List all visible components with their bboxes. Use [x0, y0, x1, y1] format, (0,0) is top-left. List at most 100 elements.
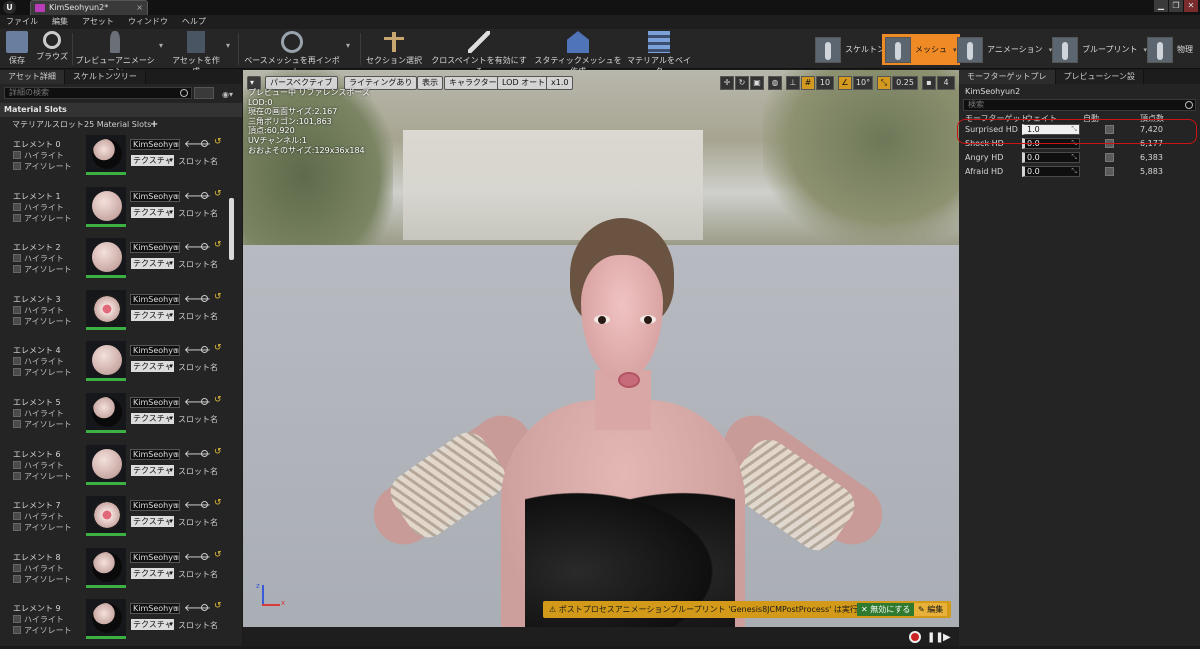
material-combo[interactable]: KimSeohyun2: [130, 551, 180, 563]
material-thumbnail[interactable]: [86, 496, 126, 537]
mode-blueprint-button[interactable]: ブループリント ▾: [1052, 34, 1147, 65]
isolate-checkbox[interactable]: アイソレート: [13, 316, 83, 327]
show-button[interactable]: 表示: [417, 76, 443, 90]
reset-to-default-icon[interactable]: ↺: [214, 447, 222, 457]
close-tab-icon[interactable]: ×: [136, 1, 143, 15]
texture-dropdown[interactable]: テクスチャ: [131, 155, 174, 166]
material-combo[interactable]: KimSeohyun2: [130, 448, 180, 460]
record-button[interactable]: [909, 631, 921, 643]
edit-postprocess-button[interactable]: ✎ 編集: [914, 603, 948, 616]
texture-dropdown[interactable]: テクスチャ: [131, 567, 174, 579]
category-material-slots[interactable]: Material Slots: [0, 103, 242, 117]
texture-dropdown[interactable]: テクスチャ: [131, 258, 174, 270]
property-matrix-button[interactable]: [194, 87, 214, 99]
material-combo[interactable]: KimSeohyun2: [130, 396, 180, 408]
rotation-snap-value[interactable]: 10°: [853, 76, 873, 90]
reset-to-default-icon[interactable]: ↺: [214, 189, 222, 199]
scale-snap-icon[interactable]: ⤡: [877, 76, 891, 90]
texture-dropdown[interactable]: テクスチャ: [131, 619, 174, 631]
morph-target-row[interactable]: Afraid HD 0.0 5,883: [959, 165, 1200, 179]
morph-weight-input[interactable]: 0.0: [1022, 152, 1080, 163]
pause-button[interactable]: ❚❚: [927, 632, 944, 643]
highlight-checkbox[interactable]: ハイライト: [13, 614, 83, 625]
add-slot-button[interactable]: +: [150, 117, 158, 133]
mode-mesh-button[interactable]: メッシュ ▾: [882, 34, 960, 65]
menu-file[interactable]: ファイル: [6, 15, 38, 29]
details-scrollbar[interactable]: [229, 198, 234, 260]
material-combo[interactable]: KimSeohyun2: [130, 242, 180, 254]
morph-weight-input[interactable]: 0.0: [1022, 166, 1080, 177]
highlight-checkbox[interactable]: ハイライト: [13, 460, 83, 471]
grid-snap-value[interactable]: 10: [816, 76, 834, 90]
tab-morph-target-preview[interactable]: モーフターゲットプレ: [959, 70, 1056, 84]
mode-skeleton-button[interactable]: スケルトン: [815, 34, 885, 65]
isolate-checkbox[interactable]: アイソレート: [13, 213, 83, 224]
reset-to-default-icon[interactable]: ↺: [214, 240, 222, 250]
material-combo[interactable]: KimSeohyun2: [130, 603, 180, 615]
document-tab[interactable]: KimSeohyun2* ×: [30, 0, 148, 15]
material-thumbnail[interactable]: [86, 392, 126, 433]
reset-to-default-icon[interactable]: ↺: [214, 137, 222, 147]
browse-asset-icon[interactable]: [201, 140, 208, 147]
material-combo[interactable]: KimSeohyun2: [130, 293, 180, 305]
tab-preview-scene-settings[interactable]: プレビューシーン設: [1055, 70, 1144, 84]
disable-postprocess-button[interactable]: ✕ 無効にする: [857, 603, 915, 616]
details-search-input[interactable]: 詳細の検索: [4, 87, 192, 99]
browse-asset-icon[interactable]: [201, 294, 208, 302]
browse-asset-icon[interactable]: [201, 191, 208, 199]
morph-target-row[interactable]: Angry HD 0.0 6,383: [959, 151, 1200, 165]
morph-auto-checkbox[interactable]: [1105, 153, 1114, 162]
isolate-checkbox[interactable]: アイソレート: [13, 419, 83, 430]
highlight-checkbox[interactable]: ハイライト: [13, 202, 83, 213]
isolate-checkbox[interactable]: アイソレート: [13, 367, 83, 378]
world-local-icon[interactable]: ◍: [768, 76, 782, 90]
reset-to-default-icon[interactable]: ↺: [214, 550, 222, 560]
translate-tool-icon[interactable]: ✛: [720, 76, 734, 90]
tab-asset-details[interactable]: アセット詳細: [0, 70, 65, 84]
texture-dropdown[interactable]: テクスチャ: [131, 464, 174, 476]
surface-snap-icon[interactable]: ⊥: [786, 76, 800, 90]
menu-asset[interactable]: アセット: [82, 15, 114, 29]
morph-auto-checkbox[interactable]: [1105, 167, 1114, 176]
browse-button[interactable]: ブラウズ: [34, 31, 70, 62]
highlight-checkbox[interactable]: ハイライト: [13, 563, 83, 574]
reset-to-default-icon[interactable]: ↺: [214, 395, 222, 405]
save-button[interactable]: 保存: [4, 31, 30, 66]
mode-animation-button[interactable]: アニメーション ▾: [957, 34, 1052, 65]
next-frame-button[interactable]: ▶: [943, 632, 951, 643]
tab-skeleton-tree[interactable]: スケルトンツリー: [64, 70, 146, 84]
browse-asset-icon[interactable]: [201, 397, 208, 405]
mode-mesh-dropdown-icon[interactable]: ▾: [953, 46, 957, 54]
highlight-checkbox[interactable]: ハイライト: [13, 305, 83, 316]
texture-dropdown[interactable]: テクスチャ: [131, 309, 174, 321]
material-thumbnail[interactable]: [86, 599, 126, 640]
browse-asset-icon[interactable]: [201, 552, 208, 560]
scale-tool-icon[interactable]: ▣: [750, 76, 764, 90]
rotation-snap-icon[interactable]: ∠: [838, 76, 852, 90]
material-combo[interactable]: KimSeohyun2: [130, 139, 180, 150]
browse-asset-icon[interactable]: [201, 449, 208, 457]
menu-help[interactable]: ヘルプ: [182, 15, 206, 29]
reset-to-default-icon[interactable]: ↺: [214, 343, 222, 353]
camera-speed-value[interactable]: 4: [937, 76, 955, 90]
isolate-checkbox[interactable]: アイソレート: [13, 625, 83, 636]
minimize-button[interactable]: ▁: [1154, 0, 1168, 12]
character-button[interactable]: キャラクター: [444, 76, 502, 90]
isolate-checkbox[interactable]: アイソレート: [13, 264, 83, 275]
section-select-button[interactable]: セクション選択: [364, 31, 424, 66]
grid-snap-icon[interactable]: #: [801, 76, 815, 90]
material-thumbnail[interactable]: [86, 186, 126, 227]
menu-edit[interactable]: 編集: [52, 15, 68, 29]
create-asset-dropdown-icon[interactable]: ▾: [224, 41, 232, 50]
rotate-tool-icon[interactable]: ↻: [735, 76, 749, 90]
material-thumbnail[interactable]: [86, 135, 126, 175]
playback-speed-button[interactable]: x1.0: [546, 76, 574, 90]
material-combo[interactable]: KimSeohyun2: [130, 190, 180, 202]
material-thumbnail[interactable]: [86, 238, 126, 279]
isolate-checkbox[interactable]: アイソレート: [13, 161, 83, 172]
material-thumbnail[interactable]: [86, 341, 126, 382]
maximize-button[interactable]: ❐: [1169, 0, 1183, 12]
menu-window[interactable]: ウィンドウ: [128, 15, 168, 29]
material-thumbnail[interactable]: [86, 444, 126, 485]
isolate-checkbox[interactable]: アイソレート: [13, 522, 83, 533]
